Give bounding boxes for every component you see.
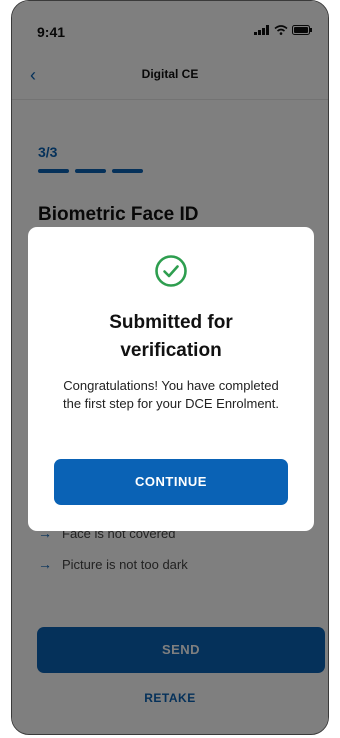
- continue-button[interactable]: CONTINUE: [54, 459, 288, 505]
- dialog-title-text: Submitted for verification: [109, 312, 233, 361]
- dialog-title: Submitted for verification: [28, 309, 314, 365]
- confirmation-dialog: Submitted for verification Congratulatio…: [28, 227, 314, 531]
- check-circle-icon: [155, 255, 187, 287]
- dialog-message: Congratulations! You have completed the …: [62, 378, 280, 411]
